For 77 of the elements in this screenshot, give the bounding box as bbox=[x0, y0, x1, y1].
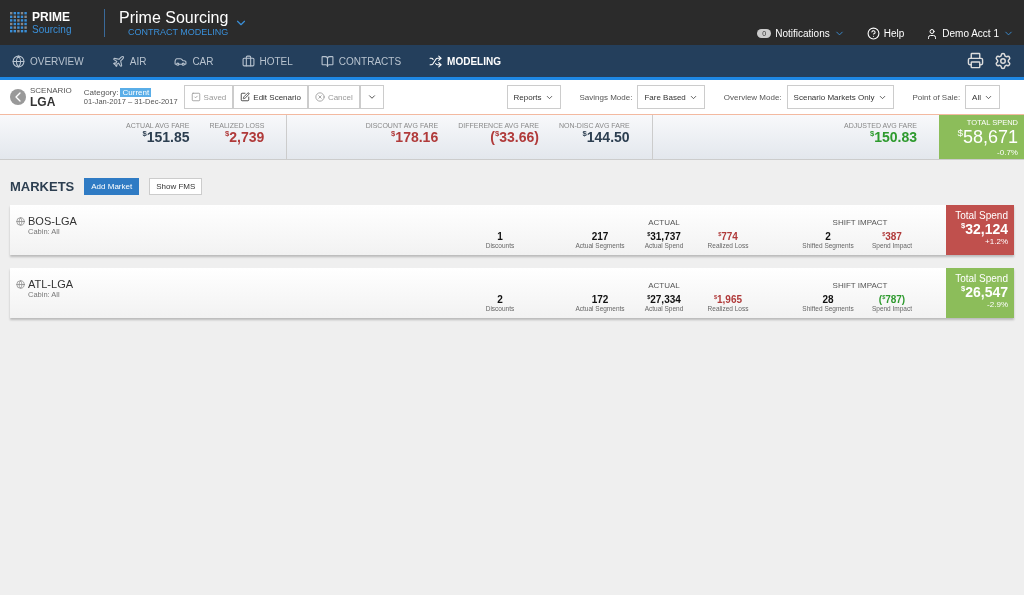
print-icon[interactable] bbox=[967, 52, 984, 69]
total-value: $^{$}$32,124 bbox=[959, 221, 1008, 237]
group-label: SHIFT IMPACT bbox=[831, 217, 889, 227]
group-label: ACTUAL bbox=[647, 280, 681, 290]
scenario-name: LGA bbox=[30, 94, 57, 109]
stat-value: 217 bbox=[590, 230, 610, 242]
nav-tab[interactable]: HOTEL bbox=[241, 45, 293, 77]
metric-value: ($^{$}$33.66) bbox=[489, 129, 539, 145]
add-market-button[interactable]: Add Market bbox=[84, 178, 140, 195]
nav-tab[interactable]: AIR bbox=[111, 45, 147, 77]
total-value: $^{$}$26,547 bbox=[959, 284, 1008, 300]
filter-dropdown[interactable]: Fare Based bbox=[637, 85, 705, 109]
stat-value: $^{$}$31,737 bbox=[646, 230, 682, 242]
metric-value: $^{$}$178.16 bbox=[390, 129, 439, 145]
stat-value: 2 bbox=[824, 230, 832, 242]
metric-value: $^{$}$144.50 bbox=[581, 129, 630, 145]
filter-label: Point of Sale: bbox=[912, 92, 961, 102]
stat-value: $^{$}$774 bbox=[717, 230, 739, 242]
filter-label: Overview Mode: bbox=[723, 92, 782, 102]
briefcase-icon bbox=[241, 54, 255, 68]
nav-tab[interactable]: MODELING bbox=[429, 45, 501, 77]
stat-value: ($^{$}$787) bbox=[878, 293, 906, 305]
logo-dots-icon bbox=[10, 11, 28, 34]
user-icon bbox=[926, 27, 939, 40]
market-name: BOS-LGA bbox=[28, 215, 77, 227]
globe-icon bbox=[12, 54, 25, 68]
show-fms-button[interactable]: Show FMS bbox=[149, 178, 203, 195]
back-button[interactable] bbox=[10, 89, 26, 105]
action-button[interactable]: Edit Scenario bbox=[233, 85, 308, 109]
checkbox-icon bbox=[190, 92, 201, 102]
help-icon[interactable] bbox=[866, 27, 880, 40]
stat-value: 1 bbox=[496, 231, 504, 242]
notifications-menu[interactable]: Notifications bbox=[775, 28, 830, 39]
book-icon bbox=[320, 54, 334, 68]
plane-icon bbox=[111, 54, 125, 68]
stat-value: $^{$}$387 bbox=[881, 230, 903, 242]
help-link[interactable]: Help bbox=[883, 28, 905, 39]
total-label: Total Spend bbox=[954, 210, 1008, 221]
scenario-caption: SCENARIO bbox=[30, 85, 72, 95]
filter-label: Savings Mode: bbox=[579, 92, 633, 102]
market-name: ATL-LGA bbox=[28, 278, 74, 290]
category-label: Category: bbox=[83, 88, 119, 97]
stat-value: 2 bbox=[496, 294, 504, 305]
metric-value: $^{$}$150.83 bbox=[868, 129, 917, 145]
globe-icon bbox=[16, 216, 25, 226]
group-label: ACTUAL bbox=[647, 217, 681, 227]
stat-value: 28 bbox=[821, 293, 835, 305]
stat-value: $^{$}$27,334 bbox=[646, 293, 682, 305]
nav-tab[interactable]: CAR bbox=[174, 45, 214, 77]
cancel-icon bbox=[314, 92, 325, 102]
reports-button[interactable]: Reports bbox=[506, 85, 561, 109]
edit-icon bbox=[240, 92, 251, 102]
nav-tab[interactable]: CONTRACTS bbox=[320, 45, 402, 77]
app-subtitle: CONTRACT MODELING bbox=[127, 26, 229, 37]
total-change: -2.9% bbox=[986, 300, 1008, 309]
total-change: -0.7% bbox=[996, 148, 1018, 157]
filter-dropdown[interactable]: Scenario Markets Only bbox=[786, 85, 894, 109]
markets-title: MARKETS bbox=[10, 179, 75, 194]
app-title: Prime Sourcing bbox=[119, 8, 229, 27]
total-change: +1.2% bbox=[984, 237, 1008, 246]
group-label: SHIFT IMPACT bbox=[831, 280, 889, 290]
globe-icon bbox=[16, 279, 25, 289]
total-label: Total Spend bbox=[954, 273, 1008, 284]
caret-icon bbox=[366, 92, 377, 102]
stat-value: 172 bbox=[590, 293, 610, 305]
metric-value: $^{$}$2,739 bbox=[224, 129, 265, 145]
filter-dropdown[interactable]: All bbox=[965, 85, 1000, 109]
settings-icon[interactable] bbox=[994, 52, 1012, 70]
metric-value: $^{$}$151.85 bbox=[141, 129, 190, 145]
logo-subtext: Sourcing bbox=[32, 24, 72, 35]
logo-text: PRIME bbox=[32, 10, 71, 24]
shuffle-icon bbox=[429, 54, 443, 68]
total-value: $^{$}$58,671 bbox=[956, 127, 1018, 148]
nav-tab[interactable]: OVERVIEW bbox=[12, 45, 84, 77]
category-badge: Current bbox=[120, 88, 152, 97]
account-menu[interactable]: Demo Acct 1 bbox=[942, 28, 999, 39]
stat-value: $^{$}$1,965 bbox=[712, 293, 744, 305]
